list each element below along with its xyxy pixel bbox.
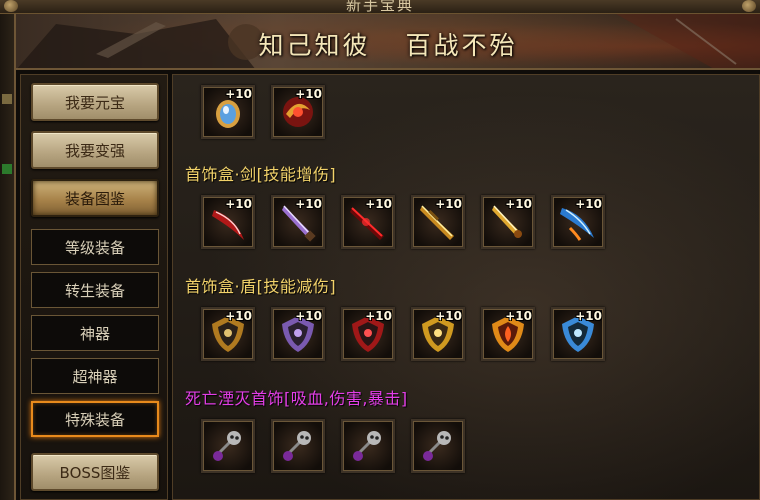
sidebar-item-equipment-guide[interactable]: 装备图鉴 xyxy=(31,179,159,217)
enhance-level: +10 xyxy=(575,197,602,211)
item-slot[interactable]: +10 xyxy=(481,307,535,361)
sub-item-rebirth-equipment[interactable]: 转生装备 xyxy=(31,272,159,308)
enhance-level: +10 xyxy=(295,87,322,101)
sub-item-artifact[interactable]: 神器 xyxy=(31,315,159,351)
slogan-left: 知己知彼 xyxy=(258,31,371,60)
skull-pendant-icon xyxy=(353,431,381,461)
header-banner: 知己知彼 百战不殆 xyxy=(16,14,760,70)
item-slot[interactable] xyxy=(201,419,255,473)
enhance-level: +10 xyxy=(435,309,462,323)
item-slot[interactable]: +10 xyxy=(201,307,255,361)
item-slot[interactable]: +10 xyxy=(271,307,325,361)
equipment-content-panel: +10 +10 首饰盒·剑[技能增伤] +10 +10 +10 +10 +10 … xyxy=(172,74,760,500)
skull-pendant-icon xyxy=(213,431,241,461)
sidebar-item-get-ingots[interactable]: 我要元宝 xyxy=(31,83,159,121)
item-slot[interactable]: +10 xyxy=(271,85,325,139)
window-title: 新手宝典 xyxy=(345,0,414,14)
skull-pendant-icon xyxy=(423,431,451,461)
section-title-shield: 首饰盒·盾[技能减伤] xyxy=(185,277,337,296)
enhance-level: +10 xyxy=(435,197,462,211)
enhance-level: +10 xyxy=(365,309,392,323)
enhance-level: +10 xyxy=(575,309,602,323)
enhance-level: +10 xyxy=(225,309,252,323)
item-slot[interactable]: +10 xyxy=(201,85,255,139)
item-row-sword: +10 +10 +10 +10 +10 +10 xyxy=(201,195,605,249)
slogan-right: 百战不殆 xyxy=(405,31,518,60)
enhance-level: +10 xyxy=(295,309,322,323)
enhance-level: +10 xyxy=(505,309,532,323)
skull-pendant-icon xyxy=(283,431,311,461)
item-slot[interactable]: +10 xyxy=(551,307,605,361)
item-slot[interactable]: +10 xyxy=(341,195,395,249)
item-slot[interactable]: +10 xyxy=(481,195,535,249)
item-slot[interactable] xyxy=(341,419,395,473)
enhance-level: +10 xyxy=(505,197,532,211)
item-slot[interactable]: +10 xyxy=(341,307,395,361)
section-title-death: 死亡湮灭首饰[吸血,伤害,暴击] xyxy=(185,389,408,408)
sidebar-item-boss-guide[interactable]: BOSS图鉴 xyxy=(31,453,159,491)
background-fragment xyxy=(2,94,12,104)
item-slot[interactable] xyxy=(411,419,465,473)
left-frame-border xyxy=(0,14,16,500)
banner-slogan: 知己知彼 百战不殆 xyxy=(16,26,760,62)
enhance-level: +10 xyxy=(295,197,322,211)
item-slot[interactable]: +10 xyxy=(201,195,255,249)
item-slot[interactable] xyxy=(271,419,325,473)
item-slot[interactable]: +10 xyxy=(271,195,325,249)
sub-item-level-equipment[interactable]: 等级装备 xyxy=(31,229,159,265)
enhance-level: +10 xyxy=(225,87,252,101)
item-row-death xyxy=(201,419,465,473)
section-title-sword: 首饰盒·剑[技能增伤] xyxy=(185,165,337,184)
item-row-shield: +10 +10 +10 +10 +10 +10 xyxy=(201,307,605,361)
sidebar-item-get-stronger[interactable]: 我要变强 xyxy=(31,131,159,169)
window-title-bar: 新手宝典 xyxy=(0,0,760,14)
sub-item-super-artifact[interactable]: 超神器 xyxy=(31,358,159,394)
item-slot[interactable]: +10 xyxy=(411,307,465,361)
background-fragment xyxy=(2,164,12,174)
enhance-level: +10 xyxy=(365,197,392,211)
sub-item-special-equipment[interactable]: 特殊装备 xyxy=(31,401,159,437)
enhance-level: +10 xyxy=(225,197,252,211)
corner-stud-icon xyxy=(742,0,756,12)
item-row-top: +10 +10 xyxy=(201,85,325,139)
item-slot[interactable]: +10 xyxy=(551,195,605,249)
item-slot[interactable]: +10 xyxy=(411,195,465,249)
category-sidebar: 我要元宝 我要变强 装备图鉴 等级装备 转生装备 神器 超神器 特殊装备 BOS… xyxy=(20,74,168,500)
